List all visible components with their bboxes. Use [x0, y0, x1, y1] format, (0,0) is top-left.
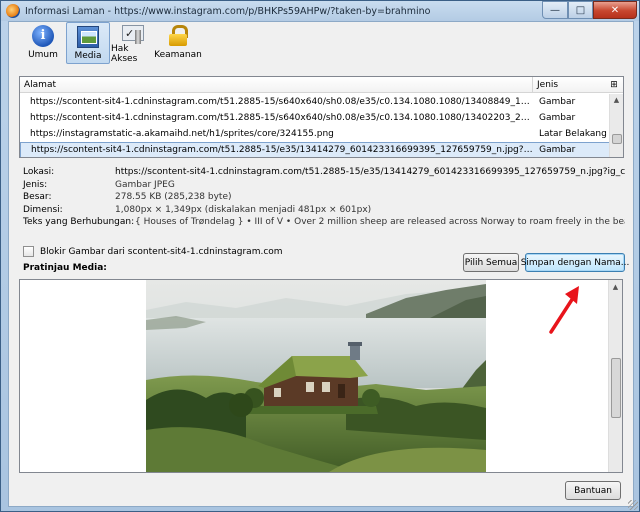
preview-scrollbar[interactable]: ▲ [608, 280, 622, 472]
column-header-address[interactable]: Alamat [20, 77, 533, 92]
row-type: Gambar [539, 113, 576, 123]
location-value[interactable]: https://scontent-sit4-1.cdninstagram.com… [115, 166, 625, 179]
scroll-thumb[interactable] [612, 134, 622, 144]
row-type: Latar Belakang [539, 129, 607, 139]
scroll-up-icon[interactable]: ▲ [610, 94, 623, 107]
select-all-button[interactable]: Pilih Semua [463, 253, 519, 272]
media-list[interactable]: Alamat Jenis ⊞ https://scontent-sit4-1.c… [19, 76, 624, 158]
dimensions-value: 1,080px × 1,349px (diskalakan menjadi 48… [115, 204, 372, 215]
window-title: Informasi Laman - https://www.instagram.… [25, 5, 431, 17]
page-info-window: Informasi Laman - https://www.instagram.… [0, 0, 640, 512]
permissions-icon [122, 25, 144, 44]
scroll-thumb[interactable] [611, 358, 621, 418]
row-address: https://scontent-sit4-1.cdninstagram.com… [30, 113, 533, 123]
tab-label: Media [74, 51, 102, 61]
red-arrow-icon [549, 286, 579, 334]
media-details: Lokasi: https://scontent-sit4-1.cdninsta… [23, 166, 631, 229]
resize-grip-icon[interactable] [628, 500, 638, 510]
block-images-label: Blokir Gambar dari scontent-sit4-1.cdnin… [40, 246, 283, 257]
type-label: Jenis: [23, 179, 48, 190]
preview-photo [146, 280, 486, 472]
tab-media[interactable]: Media [66, 22, 110, 64]
scroll-up-icon[interactable]: ▲ [609, 280, 622, 294]
firefox-icon [6, 4, 20, 18]
media-preview: ▲ [19, 279, 623, 473]
list-header: Alamat Jenis ⊞ [20, 77, 623, 93]
title-bar[interactable]: Informasi Laman - https://www.instagram.… [1, 1, 639, 21]
tab-permissions[interactable]: Hak Akses [111, 22, 155, 64]
dimensions-label: Dimensi: [23, 204, 63, 215]
media-icon [77, 26, 99, 48]
block-images-option[interactable]: Blokir Gambar dari scontent-sit4-1.cdnin… [23, 246, 283, 257]
info-icon: i [32, 25, 54, 47]
save-as-button[interactable]: Simpan dengan Nama... [521, 253, 629, 272]
maximize-button[interactable]: □ [568, 1, 593, 19]
tab-label: Keamanan [154, 50, 202, 60]
tab-label: Umum [28, 50, 58, 60]
list-item[interactable]: https://scontent-sit4-1.cdninstagram.com… [20, 94, 610, 110]
row-type: Gambar [539, 97, 576, 107]
alt-text-value: { Houses of Trøndelag } • III of V • Ove… [135, 217, 625, 227]
row-address: https://instagramstatic-a.akamaihd.net/h… [30, 129, 334, 139]
preview-label: Pratinjau Media: [23, 263, 107, 273]
column-picker-icon[interactable]: ⊞ [605, 77, 623, 93]
tab-toolbar: i Umum Media Hak Akses Keamanan [9, 22, 633, 66]
tab-general[interactable]: i Umum [21, 22, 65, 64]
tab-label: Hak Akses [111, 44, 138, 64]
block-images-checkbox[interactable] [23, 246, 34, 257]
list-item[interactable]: https://scontent-sit4-1.cdninstagram.com… [20, 110, 610, 126]
type-value: Gambar JPEG [115, 179, 175, 190]
dialog-body: i Umum Media Hak Akses Keamanan Alamat J… [8, 21, 634, 507]
row-address: https://scontent-sit4-1.cdninstagram.com… [31, 145, 534, 155]
window-controls: — □ ✕ [542, 1, 637, 19]
close-button[interactable]: ✕ [593, 1, 637, 19]
list-item-selected[interactable]: https://scontent-sit4-1.cdninstagram.com… [20, 142, 610, 157]
lock-icon [169, 25, 188, 47]
row-type: Gambar [539, 145, 576, 155]
size-value: 278.55 KB (285,238 byte) [115, 192, 232, 202]
alt-text-label: Teks yang Berhubungan: [23, 217, 135, 227]
preview-image [146, 280, 486, 472]
tab-security[interactable]: Keamanan [154, 22, 202, 64]
column-header-type[interactable]: Jenis [533, 77, 605, 92]
size-label: Besar: [23, 192, 52, 202]
list-item[interactable]: https://instagramstatic-a.akamaihd.net/h… [20, 126, 610, 142]
list-scrollbar[interactable]: ▲ [609, 94, 623, 157]
minimize-button[interactable]: — [542, 1, 568, 19]
location-label: Lokasi: [23, 167, 55, 177]
list-rows: https://scontent-sit4-1.cdninstagram.com… [20, 94, 610, 157]
row-address: https://scontent-sit4-1.cdninstagram.com… [30, 97, 533, 107]
help-button[interactable]: Bantuan [565, 481, 621, 500]
